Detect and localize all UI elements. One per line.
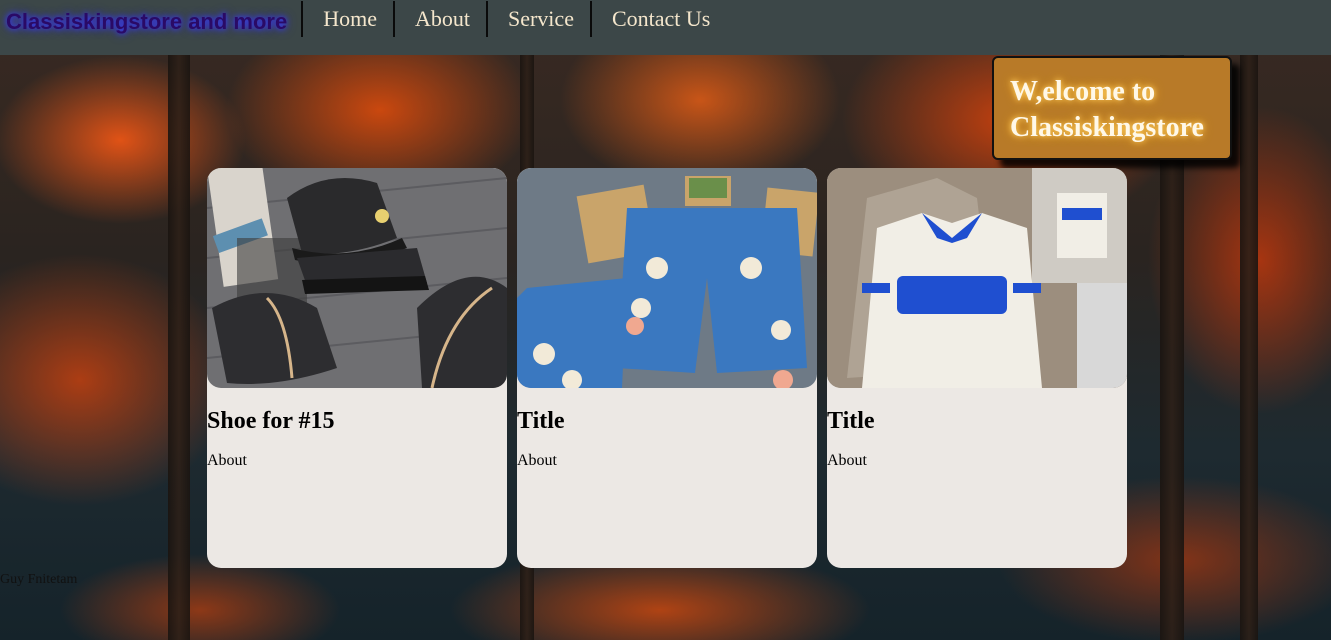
card-text: About xyxy=(517,452,557,469)
nav-link-service[interactable]: Service xyxy=(485,1,590,37)
card-title: Shoe for #15 xyxy=(207,408,335,434)
product-card[interactable]: Shoe for #15 About xyxy=(207,168,507,568)
tree-trunk xyxy=(168,55,190,640)
product-card[interactable]: Title About xyxy=(827,168,1127,568)
product-image-shorts[interactable] xyxy=(517,168,817,388)
product-image-sweater[interactable] xyxy=(827,168,1127,388)
welcome-banner: W,elcome to Classiskingstore xyxy=(992,56,1232,160)
card-title: Title xyxy=(827,408,875,434)
nav-link-home[interactable]: Home xyxy=(301,1,393,37)
nav-link-about[interactable]: About xyxy=(392,1,486,37)
welcome-line-2: Classiskingstore xyxy=(1010,112,1204,143)
product-image-sneakers[interactable] xyxy=(207,168,507,388)
tree-trunk xyxy=(1240,55,1258,640)
brand-logo-text[interactable]: Classiskingstore and more xyxy=(0,0,301,42)
nav-link-contact[interactable]: Contact Us xyxy=(589,1,726,37)
top-navbar: Classiskingstore and more Home About Ser… xyxy=(0,0,1331,55)
card-title: Title xyxy=(517,408,565,434)
card-text: About xyxy=(827,452,867,469)
product-card[interactable]: Title About xyxy=(517,168,817,568)
card-text: About xyxy=(207,452,247,469)
welcome-line-1: W,elcome to xyxy=(1010,76,1156,107)
footer-text: Guy Fnitetam xyxy=(0,572,78,587)
